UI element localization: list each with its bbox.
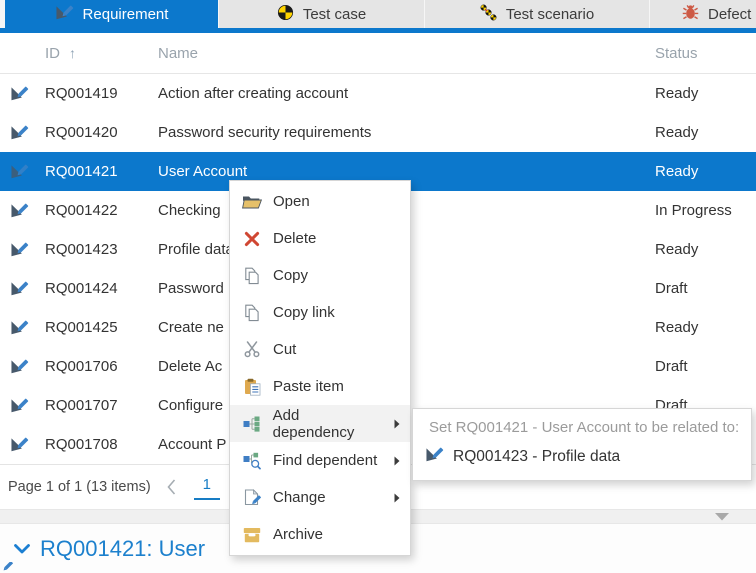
tab-test-scenario[interactable]: Test scenario bbox=[424, 0, 649, 28]
column-header-id[interactable]: ID ↑ bbox=[45, 45, 158, 62]
table-row[interactable]: RQ001419 Action after creating account R… bbox=[0, 74, 756, 113]
previous-page-icon[interactable] bbox=[167, 479, 176, 495]
row-status: Ready bbox=[655, 163, 756, 180]
row-status: Draft bbox=[655, 280, 756, 297]
menu-item-archive[interactable]: Archive bbox=[230, 516, 410, 553]
tab-label: Defect bbox=[708, 6, 751, 23]
row-status: Ready bbox=[655, 85, 756, 102]
pencil-icon bbox=[1, 559, 13, 573]
submenu-item-related-requirement[interactable]: RQ001423 - Profile data bbox=[413, 443, 751, 471]
row-id: RQ001708 bbox=[45, 436, 158, 453]
add-dependency-submenu: Set RQ001421 - User Account to be relate… bbox=[412, 408, 752, 481]
row-status: In Progress bbox=[655, 202, 756, 219]
row-id: RQ001420 bbox=[45, 124, 158, 141]
requirement-icon bbox=[0, 436, 45, 453]
menu-item-cut[interactable]: Cut bbox=[230, 331, 410, 368]
row-id: RQ001424 bbox=[45, 280, 158, 297]
menu-item-change[interactable]: Change bbox=[230, 479, 410, 516]
requirement-icon bbox=[0, 397, 45, 414]
tab-requirement[interactable]: Requirement bbox=[5, 0, 218, 28]
requirement-icon bbox=[0, 202, 45, 219]
requirement-icon bbox=[425, 446, 444, 468]
row-id: RQ001422 bbox=[45, 202, 158, 219]
column-header-status[interactable]: Status bbox=[655, 45, 756, 62]
tab-bar: Requirement Test case Test scenario Defe… bbox=[0, 0, 756, 28]
row-id: RQ001423 bbox=[45, 241, 158, 258]
archive-icon bbox=[242, 527, 262, 543]
chevron-down-icon[interactable] bbox=[14, 544, 30, 554]
row-name: User Account bbox=[158, 163, 655, 180]
open-folder-icon bbox=[242, 194, 262, 210]
row-status: Draft bbox=[655, 358, 756, 375]
submenu-arrow-icon bbox=[394, 419, 400, 429]
paste-icon bbox=[242, 378, 262, 396]
defect-icon bbox=[682, 4, 699, 25]
row-id: RQ001707 bbox=[45, 397, 158, 414]
delete-icon bbox=[242, 231, 262, 247]
row-name: Action after creating account bbox=[158, 85, 655, 102]
row-id: RQ001425 bbox=[45, 319, 158, 336]
requirement-icon bbox=[0, 241, 45, 258]
tab-test-case[interactable]: Test case bbox=[218, 0, 424, 28]
menu-item-paste-item[interactable]: Paste item bbox=[230, 368, 410, 405]
requirement-icon bbox=[0, 124, 45, 141]
find-dependent-icon bbox=[242, 452, 262, 470]
submenu-arrow-icon bbox=[394, 493, 400, 503]
row-status: Ready bbox=[655, 241, 756, 258]
menu-item-add-dependency[interactable]: Add dependency bbox=[230, 405, 410, 442]
change-icon bbox=[242, 489, 262, 507]
add-dependency-icon bbox=[242, 416, 262, 432]
sort-ascending-icon: ↑ bbox=[69, 45, 76, 61]
menu-item-open[interactable]: Open bbox=[230, 183, 410, 220]
row-status: Ready bbox=[655, 124, 756, 141]
requirement-icon bbox=[55, 4, 74, 25]
submenu-header: Set RQ001421 - User Account to be relate… bbox=[413, 417, 751, 443]
grid-header: ID ↑ Name Status bbox=[0, 33, 756, 74]
table-row[interactable]: RQ001420 Password security requirements … bbox=[0, 113, 756, 152]
page-number-current[interactable]: 1 bbox=[194, 474, 220, 500]
requirement-icon bbox=[0, 163, 45, 180]
detail-title: RQ001421: User bbox=[40, 536, 205, 562]
app-window: Requirement Test case Test scenario Defe… bbox=[0, 0, 756, 573]
column-header-name[interactable]: Name bbox=[158, 45, 655, 62]
copy-icon bbox=[242, 267, 262, 285]
requirement-icon bbox=[0, 358, 45, 375]
requirement-icon bbox=[0, 319, 45, 336]
menu-item-find-dependent[interactable]: Find dependent bbox=[230, 442, 410, 479]
test-scenario-icon bbox=[480, 4, 497, 25]
tab-label: Requirement bbox=[83, 6, 169, 23]
tab-label: Test case bbox=[303, 6, 366, 23]
copy-link-icon bbox=[242, 304, 262, 322]
row-id: RQ001421 bbox=[45, 163, 158, 180]
context-menu: Open Delete Copy Copy link Cut Paste ite… bbox=[229, 180, 411, 556]
menu-item-delete[interactable]: Delete bbox=[230, 220, 410, 257]
cut-icon bbox=[242, 341, 262, 358]
submenu-arrow-icon bbox=[394, 456, 400, 466]
row-id: RQ001706 bbox=[45, 358, 158, 375]
test-case-icon bbox=[277, 4, 294, 25]
menu-item-copy-link[interactable]: Copy link bbox=[230, 294, 410, 331]
row-name: Password security requirements bbox=[158, 124, 655, 141]
tab-defect[interactable]: Defect bbox=[649, 0, 756, 28]
collapse-panel-icon[interactable] bbox=[715, 513, 729, 521]
tab-label: Test scenario bbox=[506, 6, 594, 23]
row-id: RQ001419 bbox=[45, 85, 158, 102]
pagination-summary: Page 1 of 1 (13 items) bbox=[8, 479, 151, 495]
requirement-icon bbox=[0, 85, 45, 102]
row-status: Ready bbox=[655, 319, 756, 336]
requirement-icon bbox=[0, 280, 45, 297]
menu-item-copy[interactable]: Copy bbox=[230, 257, 410, 294]
